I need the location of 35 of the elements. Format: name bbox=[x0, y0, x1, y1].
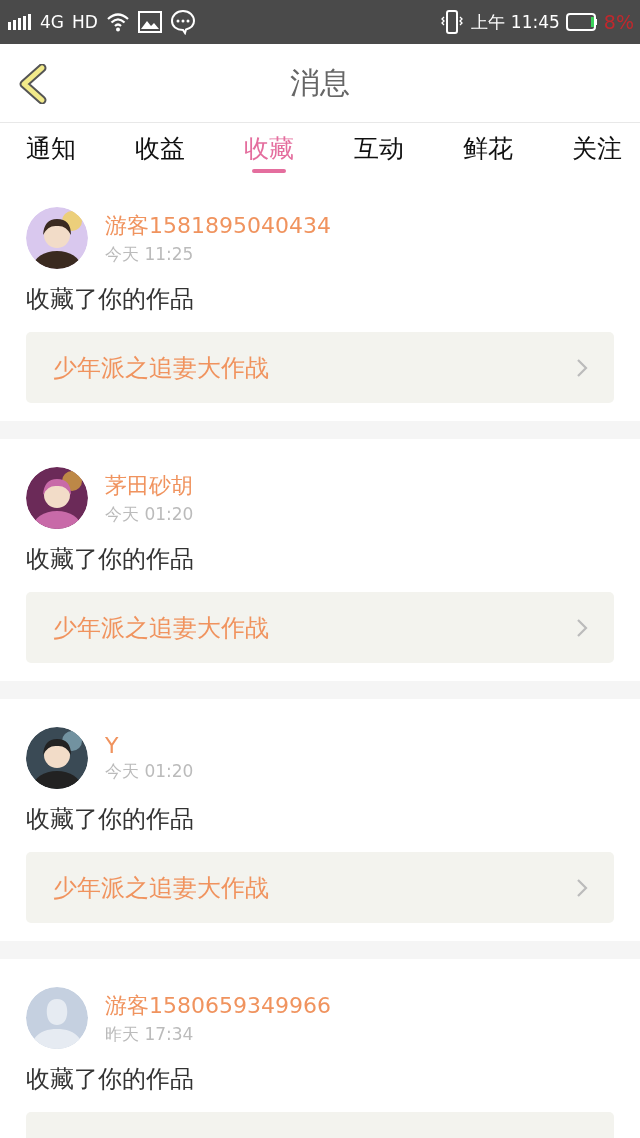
user-name[interactable]: 茅田砂胡 bbox=[105, 470, 194, 501]
timestamp: 今天 01:20 bbox=[105, 760, 194, 783]
chevron-right-icon bbox=[576, 357, 588, 378]
message-text: 收藏了你的作品 bbox=[26, 544, 195, 575]
work-link[interactable]: 少年派之追妻大作战 bbox=[26, 852, 614, 923]
signal-icon bbox=[8, 14, 32, 30]
battery-icon bbox=[565, 13, 598, 31]
image-icon bbox=[137, 11, 162, 33]
battery-percent: 8% bbox=[603, 11, 634, 33]
tab[interactable]: 鲜花 bbox=[450, 123, 525, 179]
chevron-right-icon bbox=[576, 877, 588, 898]
chevron-right-icon bbox=[576, 617, 588, 638]
chat-icon bbox=[169, 9, 196, 35]
wifi-icon bbox=[105, 12, 130, 32]
network-type: 4G bbox=[40, 12, 64, 32]
tab[interactable]: 互动 bbox=[341, 123, 416, 179]
page-title: 消息 bbox=[290, 63, 350, 102]
timestamp: 昨天 17:34 bbox=[105, 1022, 195, 1046]
tab[interactable]: 收益 bbox=[123, 123, 198, 179]
tab[interactable]: 关注 bbox=[559, 123, 634, 179]
tab[interactable]: 通知 bbox=[14, 123, 88, 179]
hd-indicator: HD bbox=[72, 12, 98, 32]
avatar-icon bbox=[26, 987, 88, 1049]
clock: 上午 11:45 bbox=[471, 10, 560, 34]
work-link[interactable]: 少年派之追妻大作战 bbox=[26, 332, 614, 403]
message-text: 收藏了你的作品 bbox=[26, 1064, 195, 1095]
user-name[interactable]: 游客1581895040434 bbox=[105, 210, 331, 241]
timestamp: 今天 01:20 bbox=[105, 502, 194, 526]
user-name[interactable]: 游客1580659349966 bbox=[105, 990, 331, 1021]
work-link[interactable]: 少年派之追妻大作战 bbox=[26, 592, 614, 663]
timestamp: 今天 11:25 bbox=[105, 242, 195, 266]
message-text: 收藏了你的作品 bbox=[26, 284, 195, 315]
user-name[interactable]: Y bbox=[105, 733, 194, 758]
tab[interactable]: 收藏 bbox=[232, 123, 307, 179]
message-text: 收藏了你的作品 bbox=[26, 804, 195, 835]
